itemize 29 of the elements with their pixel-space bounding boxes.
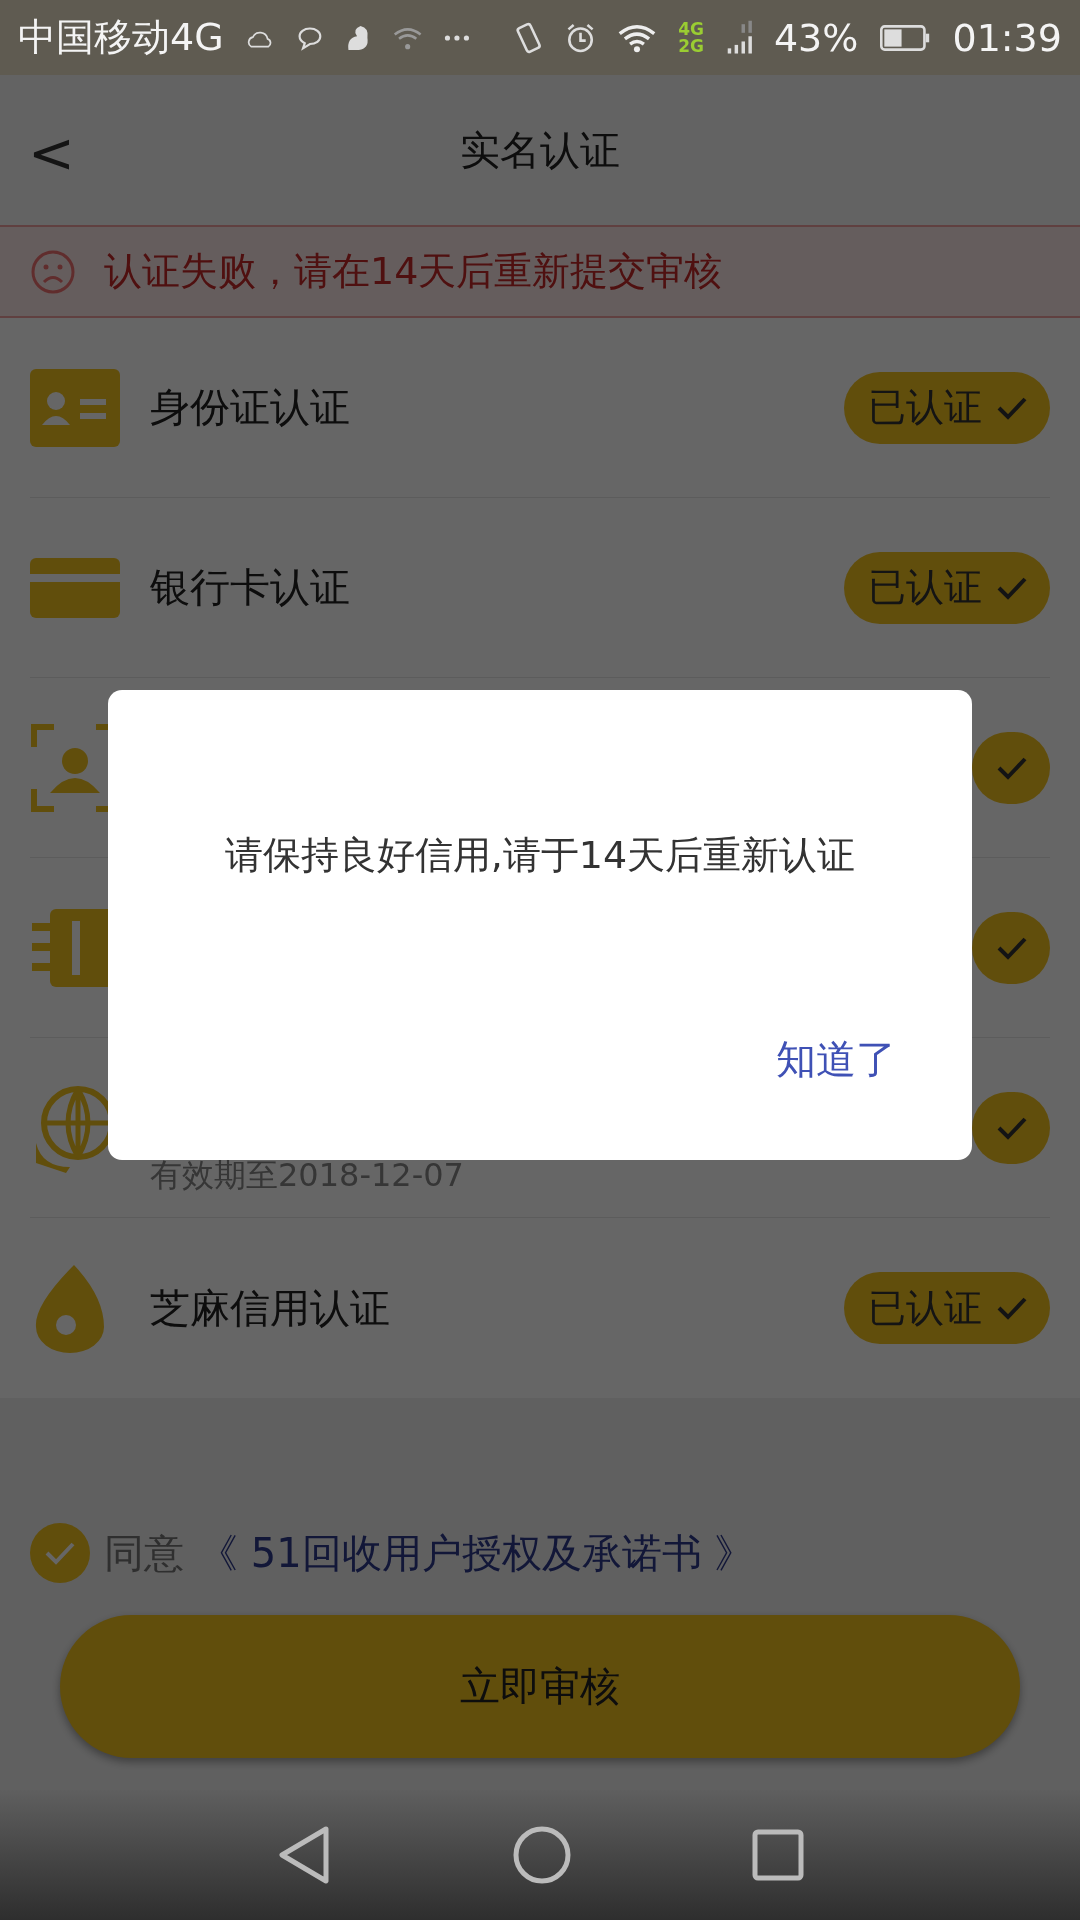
back-nav-icon[interactable] bbox=[276, 1825, 332, 1885]
recents-nav-icon[interactable] bbox=[752, 1829, 804, 1881]
dialog-ok-button[interactable]: 知道了 bbox=[770, 1031, 902, 1088]
battery-icon bbox=[880, 22, 931, 53]
check-icon bbox=[44, 1540, 76, 1566]
network-label: 2G bbox=[678, 37, 705, 55]
verified-badge: 已认证 bbox=[844, 551, 1050, 624]
item-title: 银行卡认证 bbox=[150, 563, 351, 612]
submit-button[interactable]: 立即审核 bbox=[60, 1615, 1020, 1758]
home-nav-icon[interactable] bbox=[512, 1825, 572, 1885]
agree-checkbox[interactable] bbox=[30, 1523, 90, 1583]
back-button[interactable]: < bbox=[20, 120, 83, 185]
network-label: 4G bbox=[678, 20, 705, 38]
check-icon bbox=[996, 1295, 1028, 1321]
verified-badge: 已认证 bbox=[844, 1272, 1050, 1344]
page-title: 实名认证 bbox=[460, 125, 620, 175]
item-title: 身份证认证 bbox=[150, 383, 351, 432]
dialog-message: 请保持良好信用,请于14天后重新认证 bbox=[224, 832, 856, 879]
item-title: 芝麻信用认证 bbox=[150, 1283, 391, 1333]
id-card-icon bbox=[30, 368, 120, 447]
bank-card-icon bbox=[30, 557, 120, 618]
error-message: 认证失败，请在14天后重新提交审核 bbox=[104, 248, 723, 295]
agreement-link[interactable]: 《 51回收用户授权及承诺书 》 bbox=[198, 1525, 755, 1581]
clock: 01:39 bbox=[952, 15, 1062, 60]
more-icon bbox=[444, 33, 470, 42]
carrier-name: 中国移动4G bbox=[18, 14, 224, 61]
sad-face-icon bbox=[30, 248, 76, 295]
verified-badge: 已认证 bbox=[844, 371, 1050, 444]
battery-percent: 43% bbox=[773, 15, 859, 60]
